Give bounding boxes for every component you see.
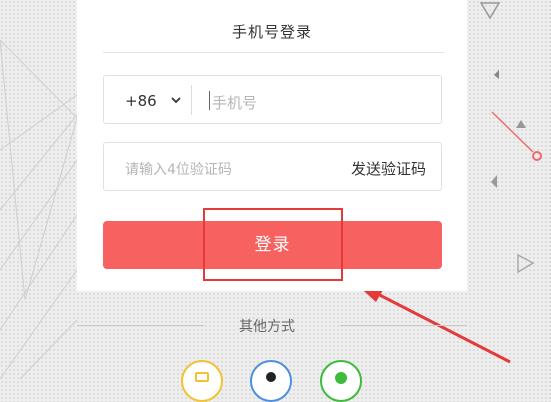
country-code-select[interactable]: +86 xyxy=(125,92,157,110)
send-code-button[interactable]: 发送验证码 xyxy=(351,158,426,179)
page-title: 手机号登录 xyxy=(231,23,312,41)
title-divider xyxy=(103,52,444,53)
small-triangle-icon xyxy=(516,120,526,128)
wechat-icon[interactable] xyxy=(320,360,362,402)
avatar-icon xyxy=(266,372,276,382)
code-input[interactable]: 请输入4位验证码 xyxy=(125,159,232,179)
phone-field[interactable]: +86 手机号 xyxy=(103,75,442,124)
small-triangle-icon xyxy=(494,70,499,79)
field-separator xyxy=(191,85,192,115)
other-divider-right xyxy=(340,325,467,326)
play-triangle-icon xyxy=(517,253,535,274)
other-methods-label: 其他方式 xyxy=(239,319,295,335)
wechat-bubble-icon xyxy=(335,372,347,384)
small-triangle-icon xyxy=(491,175,497,188)
annotation-highlight-box xyxy=(203,208,343,281)
phone-input[interactable]: 手机号 xyxy=(212,92,257,113)
login-option-yellow-icon[interactable] xyxy=(181,360,223,402)
triangle-outline-icon xyxy=(479,2,501,20)
text-cursor xyxy=(209,91,210,110)
other-divider-left xyxy=(77,325,204,326)
code-field[interactable]: 请输入4位验证码 发送验证码 xyxy=(103,142,442,191)
message-icon xyxy=(195,372,209,382)
circle-decoration xyxy=(532,151,542,161)
chevron-down-icon[interactable] xyxy=(170,94,182,106)
login-option-blue-icon[interactable] xyxy=(250,360,292,402)
